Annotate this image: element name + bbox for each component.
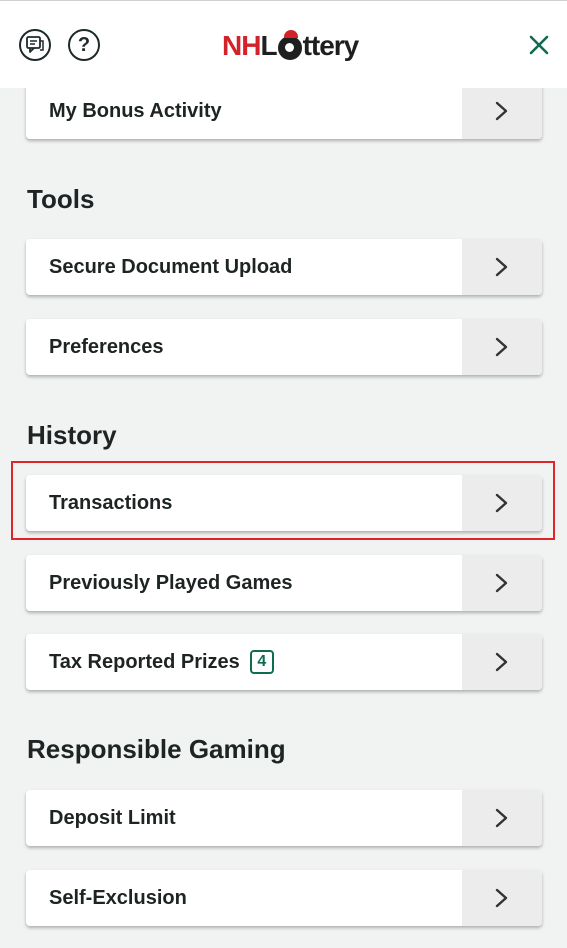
- lottery-ball-icon: [277, 30, 302, 60]
- menu-item-tax-reported-prizes[interactable]: Tax Reported Prizes 4: [26, 634, 542, 690]
- logo-text-l: L: [260, 30, 277, 61]
- help-button[interactable]: ?: [68, 29, 100, 61]
- logo-text-nh: NH: [222, 30, 261, 61]
- chat-bubble-icon: [26, 36, 44, 53]
- chevron-right-icon: [462, 790, 542, 846]
- menu-item-secure-document-upload[interactable]: Secure Document Upload: [26, 239, 542, 295]
- menu-item-label: Previously Played Games: [49, 571, 293, 594]
- close-icon: [529, 35, 549, 55]
- account-menu: My Bonus Activity Tools Secure Document …: [0, 88, 567, 948]
- menu-item-preferences[interactable]: Preferences: [26, 319, 542, 375]
- section-title-history: History: [27, 420, 117, 450]
- logo-text-ttery: ttery: [302, 30, 360, 61]
- section-title-tools: Tools: [27, 184, 95, 214]
- chat-button[interactable]: [19, 29, 51, 61]
- menu-item-label: Deposit Limit: [49, 806, 176, 829]
- close-button[interactable]: [525, 31, 553, 59]
- chevron-right-icon: [462, 475, 542, 531]
- menu-item-label: Self-Exclusion: [49, 886, 187, 909]
- menu-item-label: Tax Reported Prizes: [49, 650, 240, 673]
- menu-item-label: My Bonus Activity: [49, 99, 222, 122]
- menu-item-previously-played-games[interactable]: Previously Played Games: [26, 555, 542, 611]
- nh-lottery-logo[interactable]: NH L ttery: [222, 28, 360, 64]
- app-header: ? NH L ttery: [0, 0, 567, 88]
- menu-item-bonus-activity[interactable]: My Bonus Activity: [26, 88, 542, 139]
- chevron-right-icon: [462, 634, 542, 690]
- menu-item-label: Transactions: [49, 491, 173, 514]
- menu-item-deposit-limit[interactable]: Deposit Limit: [26, 790, 542, 846]
- menu-item-self-exclusion[interactable]: Self-Exclusion: [26, 870, 542, 926]
- menu-item-transactions[interactable]: Transactions: [26, 475, 542, 531]
- help-icon: ?: [77, 34, 91, 56]
- menu-item-label: Secure Document Upload: [49, 255, 293, 278]
- count-badge: 4: [249, 650, 274, 674]
- chevron-right-icon: [462, 870, 542, 926]
- menu-item-label-wrap: Tax Reported Prizes 4: [26, 650, 462, 674]
- chevron-right-icon: [462, 239, 542, 295]
- chevron-right-icon: [462, 555, 542, 611]
- menu-item-label: Preferences: [49, 335, 164, 358]
- chevron-right-icon: [462, 319, 542, 375]
- section-title-responsible-gaming: Responsible Gaming: [27, 734, 286, 764]
- chevron-right-icon: [462, 88, 542, 139]
